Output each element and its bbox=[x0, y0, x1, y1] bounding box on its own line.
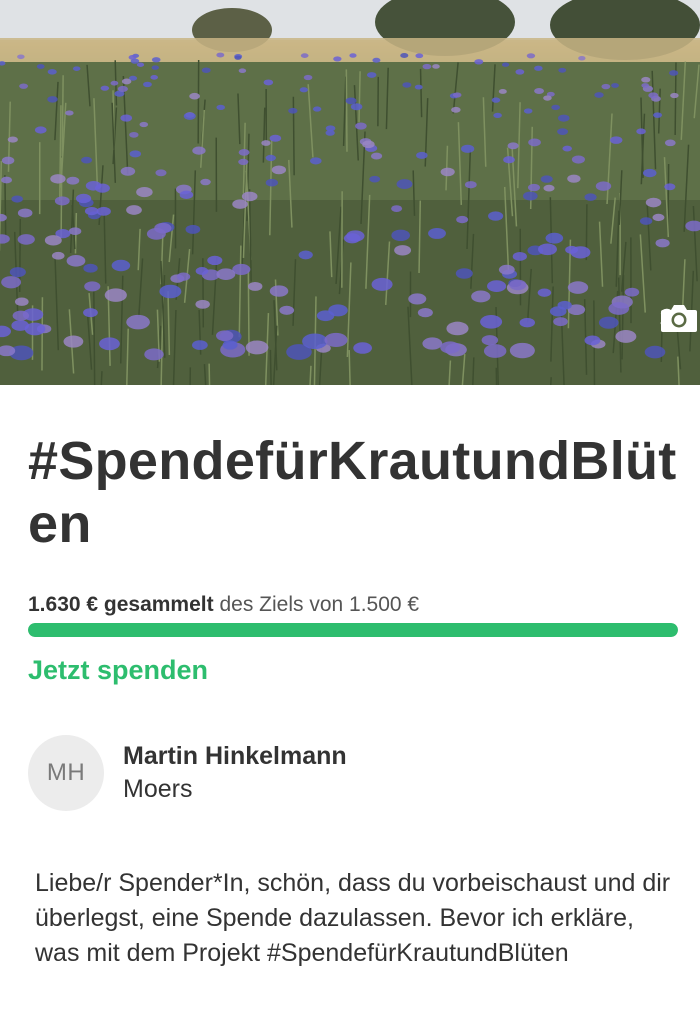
raised-amount: 1.630 € gesammelt bbox=[28, 593, 214, 616]
organizer-name: Martin Hinkelmann bbox=[123, 742, 347, 770]
progress-bar-fill bbox=[28, 623, 678, 637]
campaign-description: Liebe/r Spender*In, schön, dass du vorbe… bbox=[35, 869, 671, 967]
progress-bar bbox=[28, 623, 678, 637]
goal-text: des Ziels von 1.500 € bbox=[213, 593, 420, 616]
donate-now-link[interactable]: Jetzt spenden bbox=[28, 654, 208, 686]
wildflower-field-photo bbox=[0, 0, 700, 385]
organizer-card[interactable]: MH Martin Hinkelmann Moers bbox=[28, 735, 347, 811]
camera-icon bbox=[660, 305, 697, 332]
organizer-location: Moers bbox=[123, 775, 193, 803]
organizer-info: Martin Hinkelmann Moers bbox=[123, 740, 347, 806]
photo-count-badge[interactable]: 3 bbox=[660, 303, 697, 333]
avatar: MH bbox=[28, 735, 104, 811]
funding-status: 1.630 € gesammelt des Ziels von 1.500 € bbox=[28, 592, 419, 618]
hero-image[interactable]: 3 bbox=[0, 0, 700, 385]
campaign-title: #SpendefürKrautundBlüten bbox=[28, 431, 677, 554]
